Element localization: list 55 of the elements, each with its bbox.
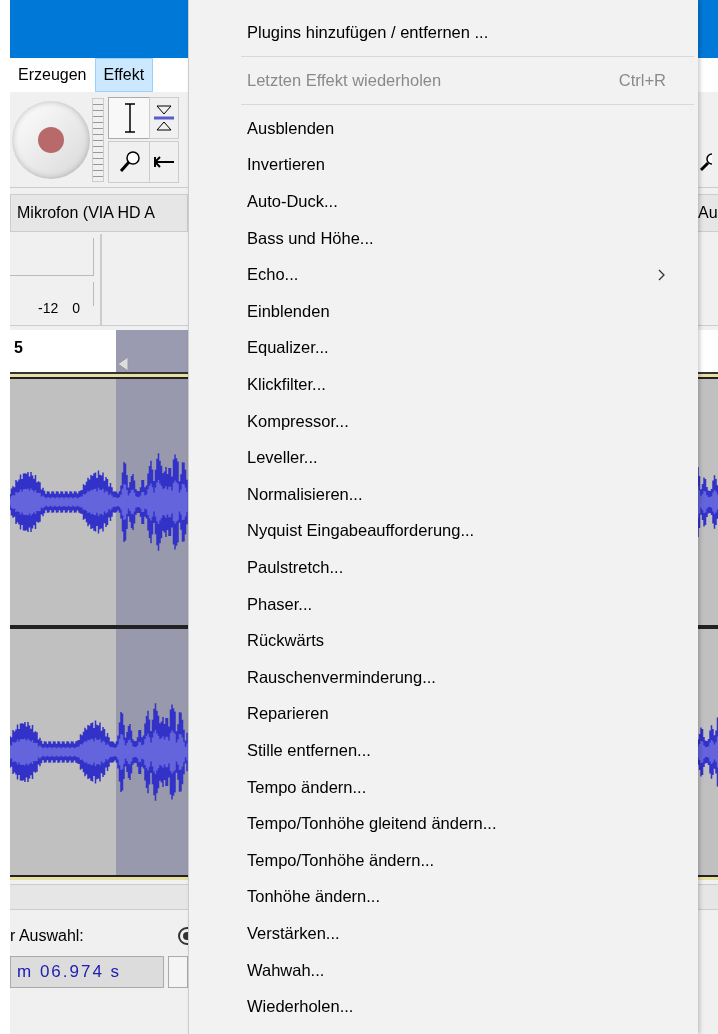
menu-item[interactable]: Nyquist Eingabeaufforderung... — [189, 512, 698, 550]
menu-item[interactable]: Bass und Höhe... — [189, 219, 698, 257]
menu-item[interactable]: Echo... — [189, 256, 698, 293]
menu-bar — [698, 58, 718, 92]
menu-item[interactable]: Paulstretch... — [189, 549, 698, 586]
chevron-right-icon — [658, 268, 666, 281]
toolbar-grip[interactable] — [91, 97, 105, 182]
time-field[interactable] — [168, 956, 188, 988]
menu-item[interactable]: Tempo/Tonhöhe gleitend ändern... — [189, 805, 698, 842]
i-beam-icon — [123, 101, 138, 134]
title-bar — [698, 0, 718, 58]
menu-item[interactable]: Tempo ändern... — [189, 768, 698, 806]
menu-item[interactable]: Tonhöhe ändern... — [189, 878, 698, 916]
menu-item[interactable]: Tempo/Tonhöhe ändern... — [189, 841, 698, 879]
menu-item[interactable]: Leveller... — [189, 439, 698, 476]
selection-handle-icon — [116, 356, 130, 372]
menu-item[interactable]: Einblenden — [189, 292, 698, 330]
ruler-label: 5 — [14, 338, 23, 358]
menu-item[interactable]: Verstärken... — [189, 915, 698, 952]
magnifier-icon — [118, 148, 143, 175]
menu-item[interactable]: Klickfilter... — [189, 366, 698, 403]
menu-item[interactable]: Ausblenden — [189, 109, 698, 147]
menu-bar-item[interactable]: Effekt — [94, 58, 154, 92]
device-dropdown[interactable]: Au — [698, 194, 718, 232]
menu-item[interactable]: Wiederholen... — [189, 988, 698, 1025]
menu-item[interactable]: Rauschenverminderung... — [189, 658, 698, 696]
menu-item[interactable]: Invertieren — [189, 146, 698, 184]
time-shift-tool-button[interactable] — [149, 140, 180, 183]
horizontal-scrollbar[interactable] — [10, 884, 188, 910]
menu-item[interactable]: Auto-Duck... — [189, 183, 698, 220]
device-dropdown[interactable]: Mikrofon (VIA HD A — [10, 194, 188, 232]
envelope-icon — [154, 102, 175, 133]
shortcut-label: Ctrl+R — [618, 69, 666, 91]
menu-item[interactable]: Plugins hinzufügen / entfernen ... — [189, 14, 698, 51]
menu-bar-item[interactable]: Erzeugen — [10, 58, 95, 92]
menu-item[interactable]: Normalisieren... — [189, 475, 698, 513]
envelope-tool-button[interactable] — [149, 96, 180, 139]
horizontal-scrollbar[interactable] — [698, 884, 718, 910]
arrow-icon — [154, 155, 175, 168]
timeline-ruler[interactable] — [698, 330, 718, 374]
menu-item[interactable]: Wahwah... — [189, 951, 698, 989]
waveform-drawing — [698, 466, 718, 538]
record-icon — [37, 126, 64, 153]
menu-item[interactable]: Kompressor... — [189, 402, 698, 440]
menu-item[interactable]: Rückwärts — [189, 622, 698, 659]
menu-item[interactable]: Stille entfernen... — [189, 732, 698, 769]
time-field[interactable]: m 06.974 s — [10, 956, 165, 988]
selection-label: r Auswahl: — [10, 926, 84, 946]
meter-tick-label: -12 — [38, 299, 59, 318]
menu-item[interactable]: Equalizer... — [189, 329, 698, 367]
meter-tick-label: 0 — [72, 299, 81, 318]
magnifier-icon — [698, 151, 712, 172]
menu-item[interactable]: Phaser... — [189, 585, 698, 623]
waveform-drawing — [698, 716, 718, 788]
menu-item[interactable]: Reparieren — [189, 695, 698, 733]
